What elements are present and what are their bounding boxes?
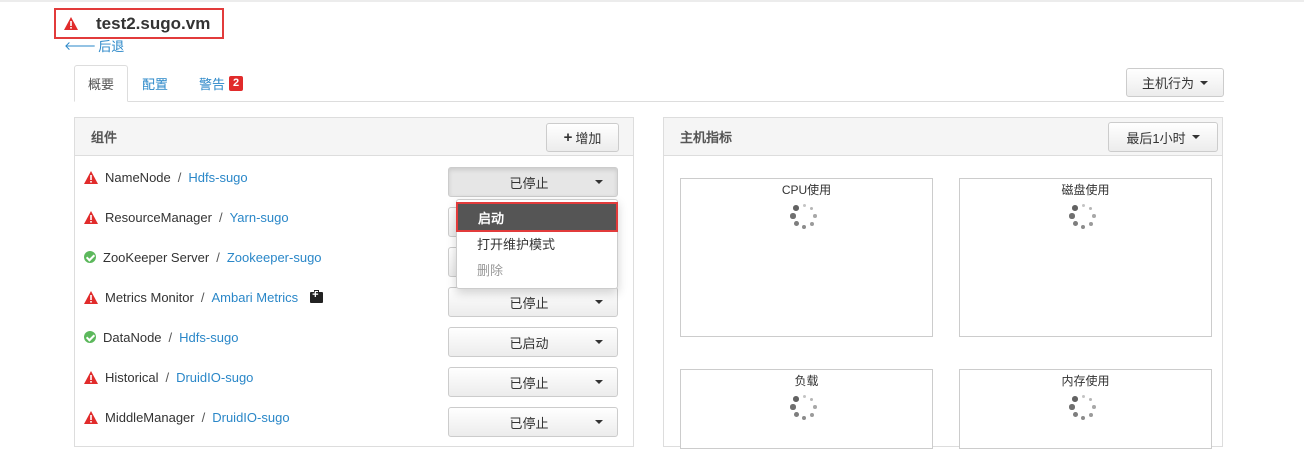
separator: /: [216, 249, 220, 265]
caret-down-icon: [595, 300, 603, 304]
component-name: Metrics Monitor: [105, 289, 194, 305]
status-label: 已启动: [509, 335, 549, 351]
service-link[interactable]: DruidIO-sugo: [176, 370, 253, 385]
check-circle-icon: [84, 251, 96, 263]
time-range-label: 最后1小时: [1126, 130, 1186, 146]
alerts-count-badge: 2: [229, 76, 244, 91]
tab-configs-label: 配置: [142, 77, 169, 92]
component-name: NameNode: [105, 169, 171, 185]
metric-chart-memory[interactable]: 内存使用: [959, 369, 1212, 449]
service-link[interactable]: Ambari Metrics: [211, 290, 298, 305]
loading-spinner-icon: [789, 201, 819, 231]
host-name: test2.sugo.vm: [96, 13, 211, 33]
alert-triangle-icon: [84, 410, 98, 424]
component-row-historical: Historical / DruidIO-sugo: [84, 367, 253, 387]
metric-title: 磁盘使用: [1061, 183, 1110, 197]
component-row-datanode: DataNode / Hdfs-sugo: [84, 327, 238, 347]
loading-spinner-icon: [1068, 201, 1098, 231]
component-row-resourcemanager: ResourceManager / Yarn-sugo: [84, 207, 289, 227]
service-link[interactable]: Yarn-sugo: [230, 210, 289, 225]
metric-title: 负载: [794, 374, 819, 388]
tab-alerts-label: 警告: [199, 77, 226, 92]
tab-summary[interactable]: 概要: [74, 65, 129, 102]
host-metrics-title: 主机指标: [680, 130, 733, 145]
metric-title: 内存使用: [1061, 374, 1110, 388]
tab-summary-label: 概要: [88, 77, 115, 92]
menu-item-maintenance[interactable]: 打开维护模式: [457, 230, 617, 256]
metric-chart-disk[interactable]: 磁盘使用: [959, 178, 1212, 337]
separator: /: [165, 369, 170, 385]
metric-chart-cpu[interactable]: CPU使用: [680, 178, 933, 337]
medkit-icon: [310, 289, 324, 303]
menu-item-delete: 删除: [477, 262, 504, 278]
add-component-button[interactable]: + 增加: [546, 123, 619, 152]
status-label: 已停止: [509, 415, 549, 431]
check-circle-icon: [84, 331, 96, 343]
component-status-button[interactable]: 已停止: [448, 167, 618, 197]
component-status-button[interactable]: 已停止: [448, 367, 618, 397]
component-name: ZooKeeper Server: [103, 249, 210, 265]
back-link[interactable]: 🡐 后退: [64, 36, 124, 55]
alert-triangle-icon: [84, 170, 98, 184]
back-link-label: 后退: [98, 39, 125, 54]
alert-triangle-icon: [84, 370, 98, 384]
add-component-label: 增加: [575, 131, 602, 146]
status-label: 已停止: [509, 295, 549, 311]
host-actions-button[interactable]: 主机行为: [1126, 68, 1224, 97]
caret-down-icon: [595, 180, 603, 184]
loading-spinner-icon: [789, 392, 819, 422]
plus-icon: +: [563, 129, 573, 146]
service-link[interactable]: DruidIO-sugo: [212, 410, 289, 425]
service-link[interactable]: Zookeeper-sugo: [227, 250, 322, 265]
host-title-box: test2.sugo.vm: [54, 8, 224, 39]
component-name: MiddleManager: [105, 409, 195, 425]
host-tabs: 概要 配置 警告 2: [74, 65, 1224, 102]
component-row-middlemanager: MiddleManager / DruidIO-sugo: [84, 407, 290, 427]
caret-down-icon: [1191, 135, 1200, 139]
alert-triangle-icon: [84, 210, 98, 224]
component-status-button[interactable]: 已停止: [448, 287, 618, 317]
component-row-namenode: NameNode / Hdfs-sugo: [84, 167, 248, 187]
component-name: Historical: [105, 369, 159, 385]
service-link[interactable]: Hdfs-sugo: [179, 330, 238, 345]
component-actions-menu: 启动 打开维护模式 删除: [456, 199, 618, 289]
components-panel-title: 组件: [91, 130, 118, 145]
component-name: ResourceManager: [105, 209, 212, 225]
status-label: 已停止: [509, 175, 549, 191]
component-name: DataNode: [103, 329, 162, 345]
tab-configs[interactable]: 配置: [129, 65, 181, 102]
metric-title: CPU使用: [781, 183, 832, 197]
top-divider: [0, 0, 1304, 2]
time-range-button[interactable]: 最后1小时: [1108, 122, 1218, 152]
tab-alerts[interactable]: 警告 2: [186, 65, 256, 102]
separator: /: [218, 209, 223, 225]
host-actions-label: 主机行为: [1141, 76, 1194, 91]
caret-down-icon: [595, 380, 603, 384]
separator: /: [200, 289, 205, 305]
separator: /: [201, 409, 206, 425]
separator: /: [168, 329, 173, 345]
service-link[interactable]: Hdfs-sugo: [188, 170, 247, 185]
component-status-button[interactable]: 已启动: [448, 327, 618, 357]
menu-item-start[interactable]: 启动: [456, 202, 618, 232]
caret-down-icon: [595, 340, 603, 344]
arrow-left-icon: 🡐: [64, 39, 97, 53]
loading-spinner-icon: [1068, 392, 1098, 422]
alert-triangle-icon: [84, 290, 98, 304]
component-row-zookeeper: ZooKeeper Server / Zookeeper-sugo: [84, 247, 322, 267]
caret-down-icon: [1200, 80, 1208, 85]
metric-chart-load[interactable]: 负载: [680, 369, 933, 449]
status-label: 已停止: [509, 375, 549, 391]
caret-down-icon: [595, 420, 603, 424]
component-row-metrics-monitor: Metrics Monitor / Ambari Metrics: [84, 287, 324, 307]
alert-triangle-icon: [64, 17, 78, 30]
separator: /: [177, 169, 182, 185]
